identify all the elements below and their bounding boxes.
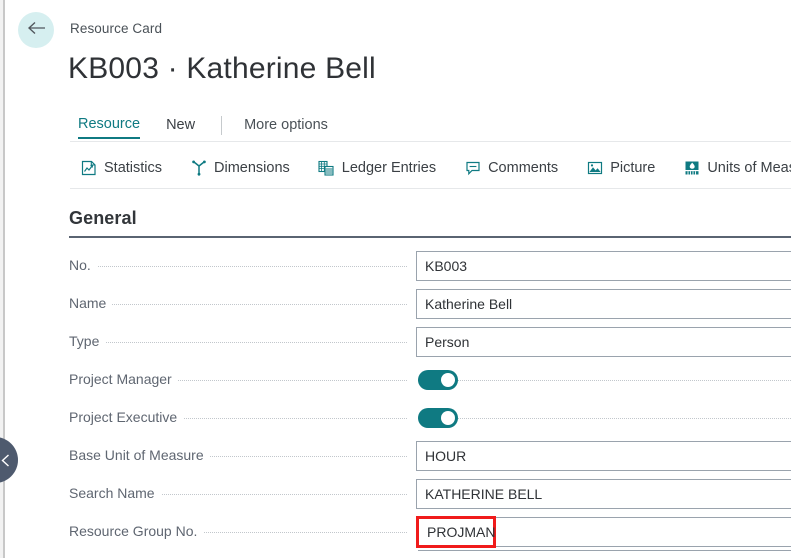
ribbon-label: Comments xyxy=(488,160,559,176)
dimensions-icon xyxy=(190,160,207,177)
field-row-base-unit-of-measure: Base Unit of Measure HOUR xyxy=(0,438,791,476)
arrow-left-icon xyxy=(27,21,46,40)
statistics-chart-icon xyxy=(80,160,97,177)
field-row-no: No. KB003 xyxy=(0,248,791,286)
tab-resource[interactable]: Resource xyxy=(78,116,141,139)
general-form: No. KB003 Name Katherine Bell Type Perso… xyxy=(0,248,791,552)
ribbon-item-comments[interactable]: Comments xyxy=(464,160,558,177)
base-unit-of-measure-input[interactable]: HOUR xyxy=(416,441,791,471)
field-row-name: Name Katherine Bell xyxy=(0,286,791,324)
units-of-measure-icon xyxy=(683,160,700,177)
field-value: KB003 xyxy=(425,258,468,274)
ribbon-label: Ledger Entries xyxy=(341,160,437,176)
field-value: Katherine Bell xyxy=(425,296,513,312)
field-row-project-executive: Project Executive xyxy=(0,400,791,438)
field-value: KATHERINE BELL xyxy=(425,486,543,502)
field-row-type: Type Person xyxy=(0,324,791,362)
field-label: Type xyxy=(69,333,106,349)
section-divider xyxy=(69,236,791,238)
ribbon-item-ledger-entries[interactable]: Ledger Entries xyxy=(318,160,436,177)
ribbon-item-statistics[interactable]: Statistics xyxy=(80,160,162,177)
field-label: Name xyxy=(69,295,113,311)
name-input[interactable]: Katherine Bell xyxy=(416,289,791,319)
action-ribbon: Statistics Dimensions Ledger Entries Com… xyxy=(80,153,791,183)
field-value: Person xyxy=(425,334,470,350)
project-manager-toggle[interactable] xyxy=(418,370,458,390)
breadcrumb[interactable]: Resource Card xyxy=(70,21,162,36)
field-value: HOUR xyxy=(425,448,467,464)
tabbar-divider xyxy=(70,141,791,142)
field-row-search-name: Search Name KATHERINE BELL xyxy=(0,476,791,514)
leader-mask xyxy=(408,400,418,438)
no-input[interactable]: KB003 xyxy=(416,251,791,281)
tab-separator xyxy=(221,115,223,135)
field-label: Resource Group No. xyxy=(69,523,204,539)
picture-image-icon xyxy=(586,160,603,177)
resource-group-no-input[interactable]: PROJMAN xyxy=(416,516,496,548)
ribbon-item-units-of-measure[interactable]: Units of Measure xyxy=(683,160,791,177)
ribbon-label: Units of Measure xyxy=(707,160,791,176)
menu-tabbar: Resource New More options xyxy=(78,113,328,141)
leader-mask xyxy=(408,362,418,400)
field-row-resource-group-no: Resource Group No. PROJMAN xyxy=(0,514,791,552)
ribbon-item-picture[interactable]: Picture xyxy=(586,160,655,177)
ledger-entries-icon xyxy=(318,160,335,177)
back-button[interactable] xyxy=(18,12,54,48)
ribbon-label: Dimensions xyxy=(214,160,290,176)
page-title: KB003 · Katherine Bell xyxy=(68,52,376,85)
field-label: No. xyxy=(69,257,97,273)
tab-new[interactable]: New xyxy=(166,117,195,138)
next-field-top-edge xyxy=(416,550,791,551)
tab-more-options[interactable]: More options xyxy=(244,117,328,138)
section-title-general: General xyxy=(69,208,137,228)
field-label: Search Name xyxy=(69,485,161,501)
comment-bubble-icon xyxy=(464,160,481,177)
field-value: PROJMAN xyxy=(427,524,496,540)
type-input[interactable]: Person xyxy=(416,327,791,357)
field-label: Base Unit of Measure xyxy=(69,447,210,463)
ribbon-label: Statistics xyxy=(104,160,163,176)
field-label: Project Executive xyxy=(69,409,184,425)
project-executive-toggle[interactable] xyxy=(418,408,458,428)
resource-card-page: Resource Card KB003 · Katherine Bell Res… xyxy=(0,0,791,558)
ribbon-divider xyxy=(70,188,791,189)
toggle-knob xyxy=(441,373,455,387)
ribbon-label: Picture xyxy=(610,160,656,176)
toggle-knob xyxy=(441,411,455,425)
search-name-input[interactable]: KATHERINE BELL xyxy=(416,479,791,509)
field-row-project-manager: Project Manager xyxy=(0,362,791,400)
ribbon-item-dimensions[interactable]: Dimensions xyxy=(190,160,290,177)
field-label: Project Manager xyxy=(69,371,178,387)
